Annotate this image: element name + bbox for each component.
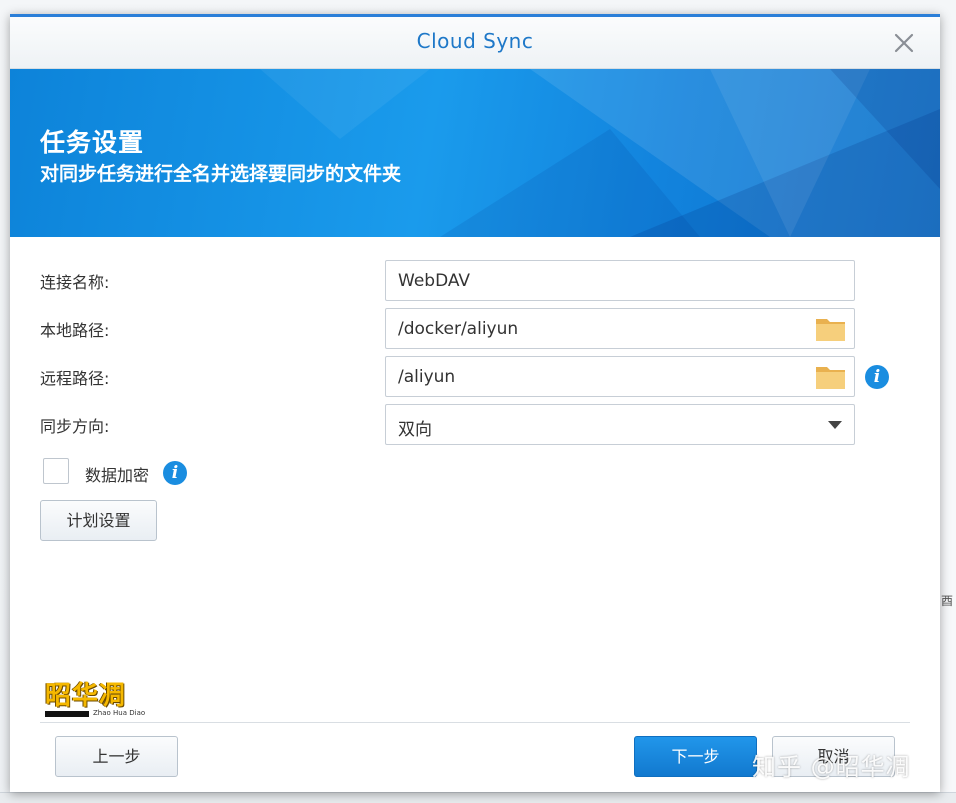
remote-path-info-icon[interactable]: i xyxy=(865,365,889,389)
sync-direction-label: 同步方向: xyxy=(40,417,110,436)
schedule-settings-button[interactable]: 计划设置 xyxy=(40,500,157,541)
chevron-down-icon xyxy=(828,421,842,429)
encrypt-label: 数据加密 xyxy=(85,466,150,485)
local-path-browse-button[interactable] xyxy=(814,314,848,344)
local-path-input[interactable]: /docker/aliyun xyxy=(385,308,855,349)
connection-name-label: 连接名称: xyxy=(40,273,110,292)
connection-name-value: WebDAV xyxy=(398,271,471,291)
watermark-logo: 昭华凋 Zhao Hua Diao xyxy=(45,675,155,721)
previous-button[interactable]: 上一步 xyxy=(55,736,178,777)
remote-path-input[interactable]: /aliyun xyxy=(385,356,855,397)
sync-direction-value: 双向 xyxy=(398,420,432,440)
background-panel-edge: 酉 xyxy=(938,100,956,800)
background-bottom-edge xyxy=(0,792,956,803)
banner-subtitle: 对同步任务进行全名并选择要同步的文件夹 xyxy=(40,163,402,185)
logo-bar xyxy=(45,711,89,717)
connection-name-input[interactable]: WebDAV xyxy=(385,260,855,301)
banner-decoration xyxy=(260,69,940,237)
close-icon xyxy=(894,33,914,53)
dialog-titlebar: Cloud Sync xyxy=(10,17,940,69)
remote-path-browse-button[interactable] xyxy=(814,362,848,392)
cloud-sync-dialog: Cloud Sync 任务设置 对同步任务进行全名并选择要同步的文件夹 连接名称… xyxy=(10,14,940,792)
sync-direction-select[interactable]: 双向 xyxy=(385,404,855,445)
remote-path-label: 远程路径: xyxy=(40,369,110,388)
logo-caption: Zhao Hua Diao xyxy=(93,709,146,717)
folder-icon xyxy=(816,319,845,341)
local-path-value: /docker/aliyun xyxy=(398,319,519,339)
local-path-label: 本地路径: xyxy=(40,321,110,340)
folder-icon xyxy=(816,367,845,389)
logo-mark: 昭华凋 xyxy=(45,681,127,711)
banner-title: 任务设置 xyxy=(40,128,145,157)
footer-divider xyxy=(40,722,910,723)
zhihu-watermark: 知乎 @昭华凋 xyxy=(752,753,911,781)
background-glyph: 酉 xyxy=(941,594,954,608)
encrypt-info-icon[interactable]: i xyxy=(163,461,187,485)
dialog-title: Cloud Sync xyxy=(416,29,534,53)
next-button[interactable]: 下一步 xyxy=(634,736,757,777)
remote-path-value: /aliyun xyxy=(398,367,456,387)
encrypt-checkbox[interactable] xyxy=(43,458,69,484)
close-button[interactable] xyxy=(888,27,920,59)
step-banner: 任务设置 对同步任务进行全名并选择要同步的文件夹 xyxy=(10,69,940,237)
